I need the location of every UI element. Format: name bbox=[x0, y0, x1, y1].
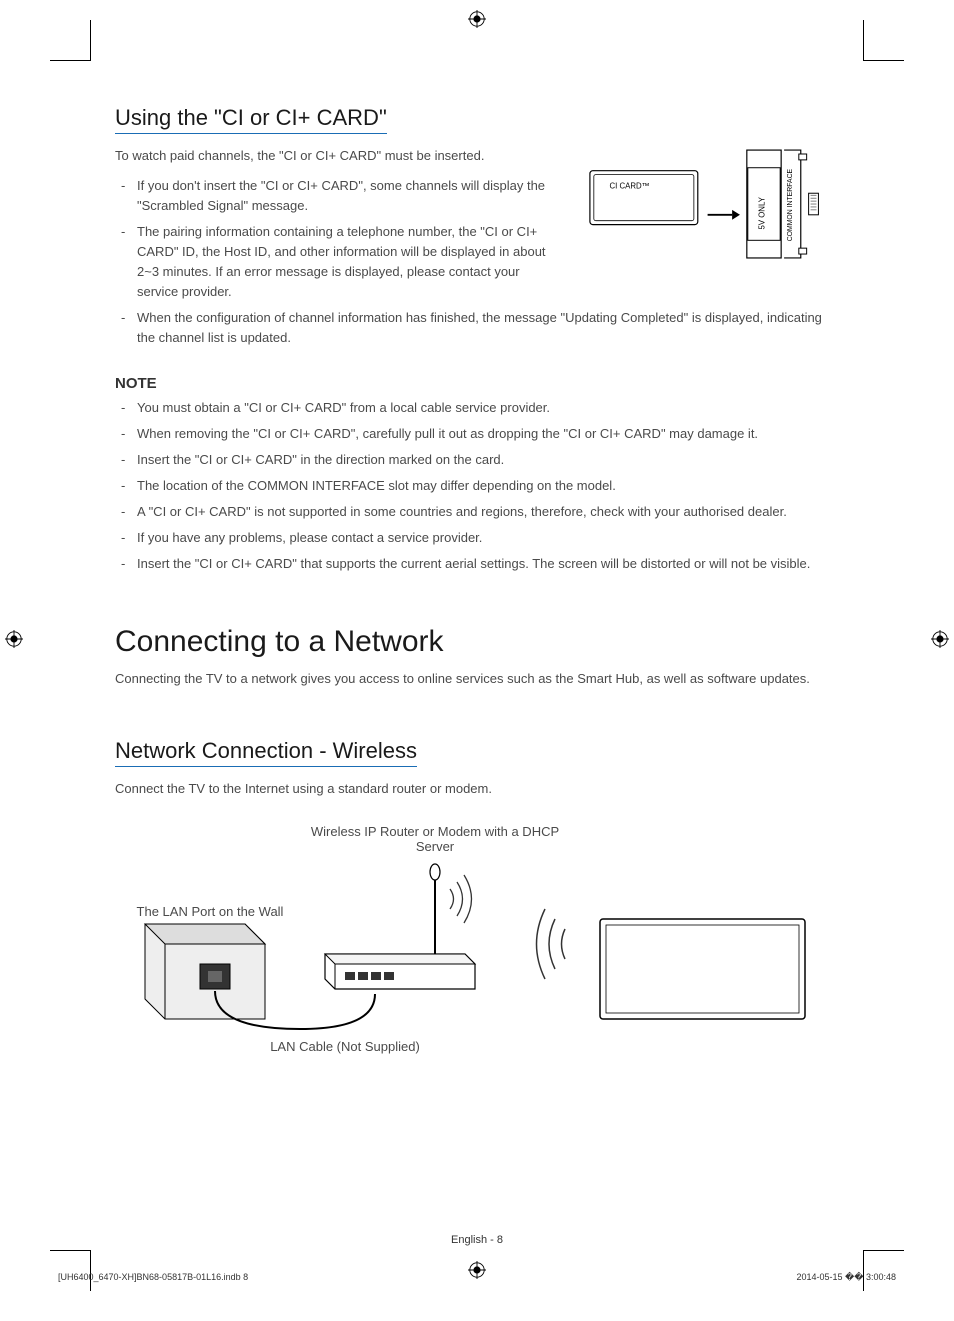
page-footer: English - 8 bbox=[0, 1234, 954, 1246]
slot-5v-label: 5V ONLY bbox=[757, 196, 766, 229]
ci-card-figure: CI CARD™ 5V ONLY COMMON INTERFACE bbox=[585, 146, 840, 269]
crop-mark bbox=[863, 1250, 904, 1291]
list-item: Insert the "CI or CI+ CARD" in the direc… bbox=[115, 450, 840, 470]
list-item: The pairing information containing a tel… bbox=[115, 222, 557, 303]
note-heading: NOTE bbox=[115, 375, 840, 392]
list-item: If you don't insert the "CI or CI+ CARD"… bbox=[115, 176, 557, 216]
section2-intro: Connecting the TV to a network gives you… bbox=[115, 669, 840, 689]
tv-icon bbox=[600, 919, 805, 1019]
router-icon bbox=[325, 864, 475, 989]
crop-mark bbox=[863, 20, 904, 61]
main-heading-network: Connecting to a Network bbox=[115, 625, 840, 659]
section3-intro: Connect the TV to the Internet using a s… bbox=[115, 779, 840, 799]
ci-card-label: CI CARD™ bbox=[610, 181, 650, 190]
section-heading-wireless: Network Connection - Wireless bbox=[115, 738, 417, 767]
section-heading-ci-card: Using the "CI or CI+ CARD" bbox=[115, 105, 387, 134]
list-item: If you have any problems, please contact… bbox=[115, 528, 840, 548]
wireless-diagram: Wireless IP Router or Modem with a DHCP … bbox=[115, 824, 835, 1064]
footer-timestamp: 2014-05-15 �� 3:00:48 bbox=[796, 1272, 896, 1283]
list-item: You must obtain a "CI or CI+ CARD" from … bbox=[115, 398, 840, 418]
registration-mark-icon bbox=[5, 630, 23, 648]
footer-meta: [UH6400_6470-XH]BN68-05817B-01L16.indb 8… bbox=[58, 1272, 896, 1283]
slot-interface-label: COMMON INTERFACE bbox=[787, 168, 794, 241]
crop-mark bbox=[50, 20, 91, 61]
list-item: The location of the COMMON INTERFACE slo… bbox=[115, 476, 840, 496]
wifi-signal-icon bbox=[537, 909, 566, 979]
registration-mark-icon bbox=[931, 630, 949, 648]
registration-mark-icon bbox=[468, 10, 486, 28]
list-item: A "CI or CI+ CARD" is not supported in s… bbox=[115, 502, 840, 522]
list-item: When the configuration of channel inform… bbox=[115, 308, 840, 348]
list-item: Insert the "CI or CI+ CARD" that support… bbox=[115, 554, 840, 574]
list-item: When removing the "CI or CI+ CARD", care… bbox=[115, 424, 840, 444]
crop-mark bbox=[50, 1250, 91, 1291]
footer-file: [UH6400_6470-XH]BN68-05817B-01L16.indb 8 bbox=[58, 1272, 248, 1283]
note-bullets: You must obtain a "CI or CI+ CARD" from … bbox=[115, 398, 840, 575]
